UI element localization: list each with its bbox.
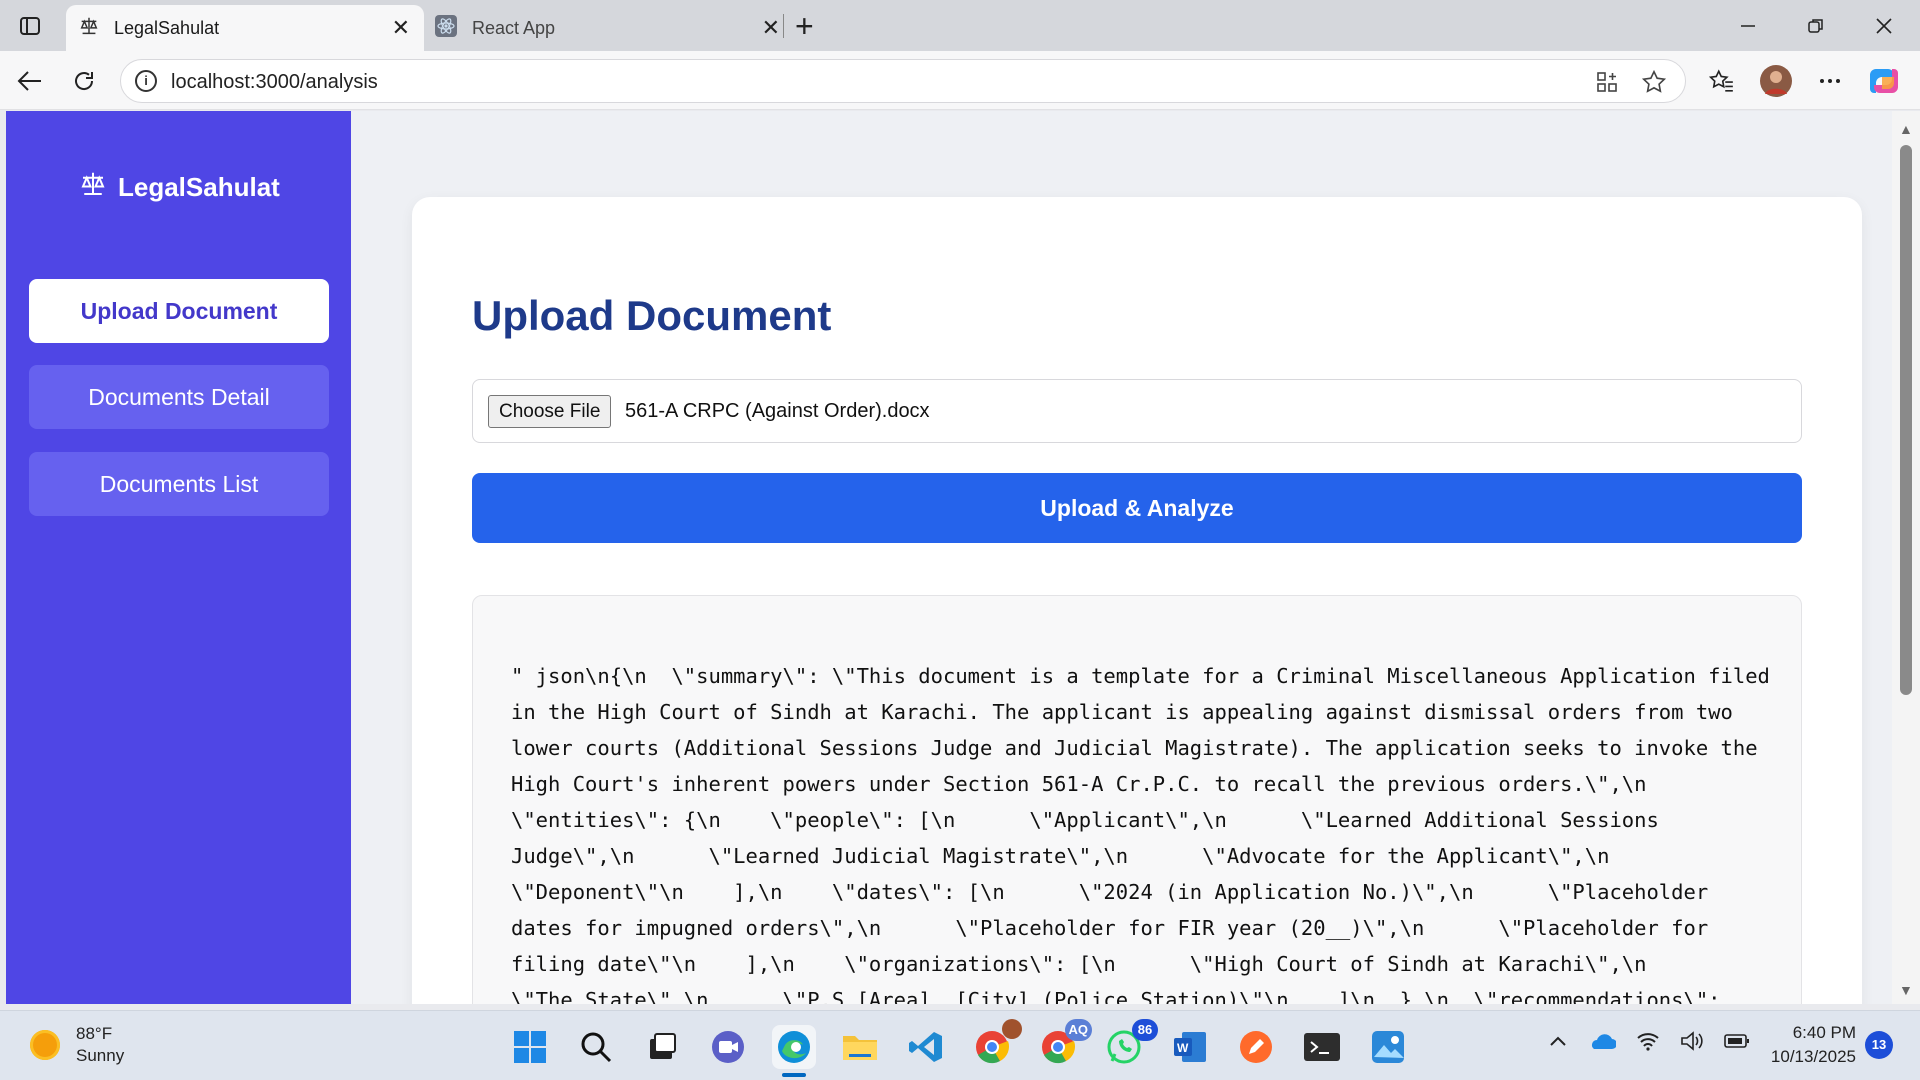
pen-app-icon[interactable] xyxy=(1234,1025,1278,1069)
profile-mini-avatar xyxy=(1002,1019,1022,1039)
scrollbar-thumb[interactable] xyxy=(1900,145,1912,695)
edge-browser-icon[interactable] xyxy=(772,1025,816,1077)
favorite-star-icon[interactable] xyxy=(1641,69,1667,100)
onedrive-icon[interactable] xyxy=(1588,1031,1617,1057)
analysis-result-text: " json\n{\n \"summary\": \"This document… xyxy=(511,664,1783,1004)
close-icon[interactable]: ✕ xyxy=(392,15,410,41)
file-explorer-icon[interactable] xyxy=(838,1025,882,1069)
battery-icon[interactable] xyxy=(1724,1031,1750,1057)
url-text[interactable]: localhost:3000/analysis xyxy=(171,71,378,94)
reload-icon[interactable] xyxy=(66,63,102,99)
teams-meet-icon[interactable] xyxy=(706,1025,750,1069)
tab-strip: LegalSahulat ✕ React App ✕ + xyxy=(0,0,1920,51)
notification-count-badge[interactable]: 13 xyxy=(1865,1031,1893,1059)
photos-icon[interactable] xyxy=(1366,1025,1410,1069)
whatsapp-icon[interactable]: 86 xyxy=(1102,1019,1158,1069)
new-tab-icon[interactable]: + xyxy=(795,8,814,45)
chrome-profile-badge: AQ xyxy=(1064,1019,1092,1041)
tab-title: LegalSahulat xyxy=(114,17,220,38)
address-bar[interactable]: i localhost:3000/analysis xyxy=(120,59,1686,103)
scale-icon xyxy=(78,15,100,42)
minimize-icon[interactable] xyxy=(1720,0,1776,51)
wifi-icon[interactable] xyxy=(1636,1031,1660,1057)
sidebar: LegalSahulat Upload Document Documents D… xyxy=(6,111,351,1004)
terminal-icon[interactable] xyxy=(1300,1025,1344,1069)
upload-card: Upload Document Choose File 561-A CRPC (… xyxy=(412,197,1862,1004)
chrome-profile-icon[interactable]: AQ xyxy=(1036,1019,1092,1069)
scale-icon xyxy=(78,169,108,206)
page-viewport: LegalSahulat Upload Document Documents D… xyxy=(6,111,1892,1004)
volume-icon[interactable] xyxy=(1680,1031,1704,1057)
sun-icon xyxy=(30,1030,60,1060)
weather-desc: Sunny xyxy=(76,1046,125,1065)
clock-time: 6:40 PM xyxy=(1792,1023,1856,1042)
restore-icon[interactable] xyxy=(1788,0,1844,51)
profile-avatar[interactable] xyxy=(1758,63,1794,99)
choose-file-button[interactable]: Choose File xyxy=(488,395,612,428)
scroll-down-icon[interactable]: ▼ xyxy=(1899,982,1913,998)
clock[interactable]: 6:40 PM 10/13/2025 xyxy=(1750,1021,1856,1069)
windows-start-icon[interactable] xyxy=(508,1025,552,1069)
search-icon[interactable] xyxy=(574,1025,618,1069)
svg-text:W: W xyxy=(1177,1041,1189,1055)
tab-separator xyxy=(783,14,784,38)
scroll-up-icon[interactable]: ▲ xyxy=(1899,121,1913,137)
back-icon[interactable] xyxy=(12,63,48,99)
page-scrollbar[interactable]: ▲ ▼ xyxy=(1892,111,1920,1004)
clock-date: 10/13/2025 xyxy=(1770,1047,1856,1066)
react-icon xyxy=(434,14,458,43)
file-input[interactable]: Choose File 561-A CRPC (Against Order).d… xyxy=(472,379,1802,443)
selected-file-name: 561-A CRPC (Against Order).docx xyxy=(625,400,930,422)
weather-widget[interactable]: 88°F Sunny xyxy=(30,1023,124,1067)
brand[interactable]: LegalSahulat xyxy=(78,169,280,206)
window-close-icon[interactable] xyxy=(1856,0,1912,51)
tab-react-app[interactable]: React App ✕ xyxy=(430,5,782,51)
nav-upload-document[interactable]: Upload Document xyxy=(29,279,329,343)
system-tray xyxy=(1548,1031,1750,1057)
app-available-icon[interactable] xyxy=(1595,70,1619,99)
tab-title: React App xyxy=(472,17,556,38)
whatsapp-badge: 86 xyxy=(1132,1019,1158,1041)
taskbar: 88°F Sunny AQ 86 W 6:40 PM 10/13/2025 13 xyxy=(0,1010,1920,1080)
site-info-icon[interactable]: i xyxy=(135,70,157,92)
tab-legalsahulat[interactable]: LegalSahulat ✕ xyxy=(66,5,424,51)
weather-temp: 88°F xyxy=(76,1024,113,1043)
close-icon[interactable]: ✕ xyxy=(762,15,780,41)
chevron-up-icon[interactable] xyxy=(1548,1031,1568,1057)
analysis-result-panel: " json\n{\n \"summary\": \"This document… xyxy=(472,595,1802,1004)
nav-documents-list[interactable]: Documents List xyxy=(29,452,329,516)
browser-toolbar: i localhost:3000/analysis xyxy=(0,51,1920,110)
copilot-icon[interactable] xyxy=(1866,63,1902,99)
upload-analyze-button[interactable]: Upload & Analyze xyxy=(472,473,1802,543)
page-title: Upload Document xyxy=(472,292,832,339)
task-view-icon[interactable] xyxy=(640,1025,684,1069)
chrome-icon[interactable] xyxy=(970,1019,1022,1069)
vscode-icon[interactable] xyxy=(904,1025,948,1069)
more-icon[interactable] xyxy=(1812,63,1848,99)
word-icon[interactable]: W xyxy=(1168,1025,1212,1069)
nav-documents-detail[interactable]: Documents Detail xyxy=(29,365,329,429)
sidebar-toggle-icon[interactable] xyxy=(2,0,58,51)
brand-name: LegalSahulat xyxy=(118,172,280,202)
favorites-icon[interactable] xyxy=(1704,63,1740,99)
